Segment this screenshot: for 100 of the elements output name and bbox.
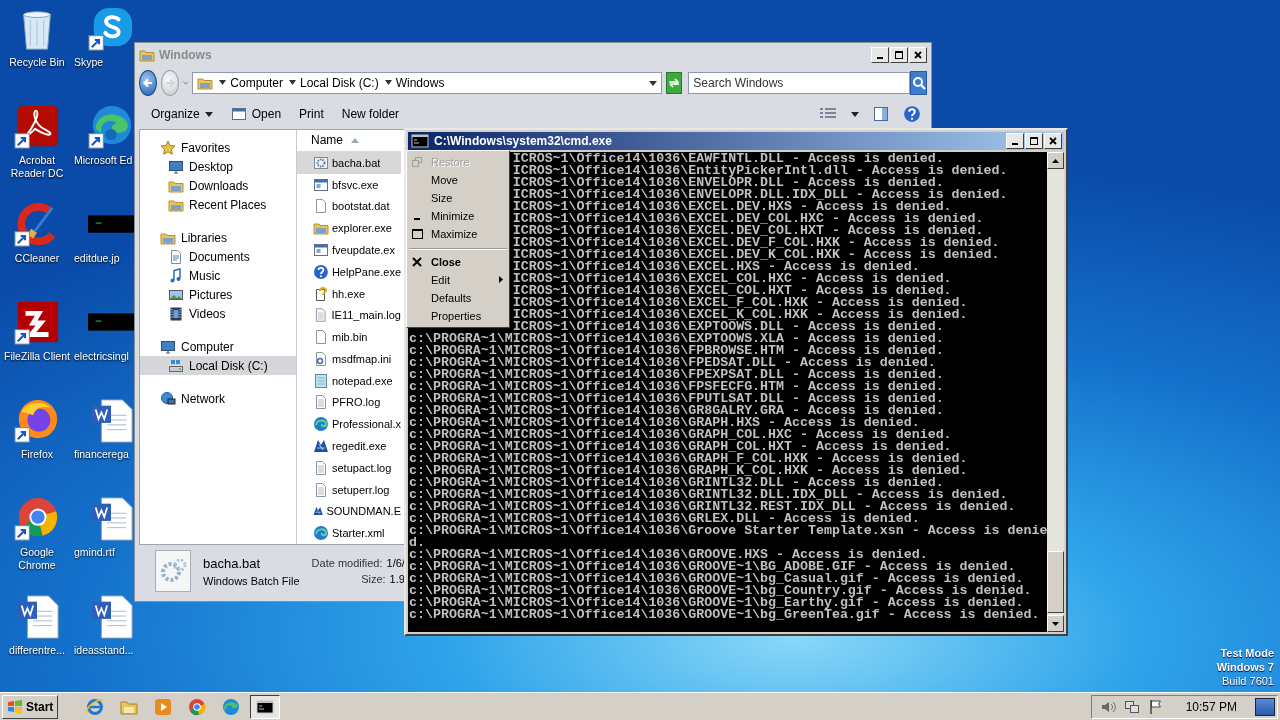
breadcrumb[interactable]: Local Disk (C:) (289, 76, 379, 90)
nav-item[interactable]: Computer (140, 337, 296, 356)
toolbar-button[interactable]: New folder (333, 104, 408, 124)
file-item[interactable]: notepad.exe (297, 369, 401, 392)
app-icon[interactable] (88, 6, 134, 52)
desktop-icon-label[interactable]: editdue.jp (74, 252, 120, 265)
text-file-icon (313, 459, 329, 476)
desktop-icon-label[interactable]: Firefox (20, 448, 54, 461)
desktop-icon-label[interactable]: Microsoft Ed (74, 154, 133, 167)
caret-icon (204, 111, 213, 117)
file-item[interactable]: Starter.xml (297, 522, 401, 545)
file-item[interactable]: PFRO.log (297, 391, 401, 414)
desktop-icon-label[interactable]: Google Chrome (1, 546, 73, 572)
file-item[interactable]: explorer.exe (297, 217, 401, 240)
scroll-up-button[interactable] (1047, 152, 1064, 169)
back-button[interactable] (139, 70, 157, 96)
nav-item[interactable]: Downloads (140, 176, 296, 195)
file-item[interactable]: IE11_main.log (297, 304, 401, 327)
show-desktop-button[interactable] (1255, 698, 1275, 716)
menu-item[interactable]: Move (407, 171, 509, 189)
console-line: ICROS~1\Office14\1036\EXCEL.DEV.HXS - Access is denied. (512, 201, 952, 213)
taskbar-button[interactable] (250, 695, 281, 719)
toolbar-button[interactable]: Print (291, 104, 332, 124)
desktop-icon-label[interactable]: financerega (74, 448, 129, 461)
toolbar-button[interactable]: Open (222, 103, 290, 125)
desktop-icon-label[interactable]: ideasstand... (74, 644, 134, 657)
desktop-icon-label[interactable]: Skype (74, 56, 104, 69)
menu-item[interactable]: Minimize (407, 207, 509, 225)
file-item[interactable]: HelpPane.exe (297, 260, 401, 283)
column-header[interactable]: Name (297, 130, 401, 152)
desktop-icon-label[interactable]: Recycle Bin (9, 56, 65, 69)
network-icon[interactable] (1123, 699, 1140, 715)
preview-pane-icon[interactable] (873, 106, 889, 122)
app-icon[interactable] (14, 300, 60, 346)
file-item[interactable]: setupact.log (297, 456, 401, 479)
breadcrumb[interactable]: Computer (219, 76, 283, 90)
start-button[interactable]: Start (2, 695, 59, 719)
address-bar[interactable]: Computer Local Disk (C:) Windows (192, 72, 663, 94)
desktop-icon-label[interactable]: differentre... (9, 644, 65, 657)
scrollbar[interactable] (1047, 152, 1064, 632)
file-item[interactable]: bootstat.dat (297, 195, 401, 218)
speaker-icon[interactable] (1099, 699, 1116, 715)
close-button[interactable] (909, 47, 927, 63)
nav-item[interactable]: Favorites (140, 138, 296, 157)
file-icon (313, 198, 329, 215)
scroll-thumb[interactable] (1047, 551, 1064, 613)
help-icon[interactable] (903, 105, 921, 123)
desktop-icon-label[interactable]: electricsingl (74, 350, 129, 363)
nav-item[interactable]: Network (140, 389, 296, 408)
file-item[interactable]: bacha.bat (297, 152, 401, 174)
dropdown-icon[interactable] (851, 111, 859, 117)
maximize-button[interactable] (1025, 133, 1043, 149)
app-icon[interactable] (88, 104, 134, 150)
close-button[interactable] (1044, 133, 1062, 149)
nav-item[interactable]: Music (140, 266, 296, 285)
desktop-icon-label[interactable]: CCleaner (14, 252, 60, 265)
menu-item[interactable]: Close (407, 253, 509, 271)
maximize-button[interactable] (890, 47, 908, 63)
flag-icon[interactable] (1147, 699, 1164, 715)
nav-item[interactable]: Libraries (140, 228, 296, 247)
desktop-icon-label[interactable]: FileZilla Client (4, 350, 70, 363)
toolbar-button[interactable]: Organize (143, 104, 221, 124)
file-item[interactable]: Professional.x (297, 413, 401, 436)
app-icon[interactable] (14, 104, 60, 150)
view-options-icon[interactable] (819, 107, 837, 121)
file-item[interactable]: bfsvc.exe (297, 173, 401, 196)
breadcrumb[interactable]: Windows (384, 76, 445, 90)
search-button[interactable] (910, 71, 927, 95)
desktop-icon-label[interactable]: Acrobat Reader DC (1, 154, 73, 180)
desktop-icon-label[interactable]: gmind.rtf (74, 546, 115, 559)
scroll-down-button[interactable] (1047, 615, 1064, 632)
file-item[interactable]: msdfmap.ini (297, 348, 401, 370)
file-item[interactable]: mib.bin (297, 326, 401, 348)
file-item[interactable]: fveupdate.ex (297, 239, 401, 261)
menu-item[interactable]: Edit (407, 271, 509, 289)
app-icon[interactable] (14, 398, 60, 444)
minimize-button[interactable] (1006, 133, 1024, 149)
minimize-button[interactable] (871, 47, 889, 63)
nav-item[interactable]: Videos (140, 304, 296, 323)
file-item[interactable]: hh.exe (297, 282, 401, 305)
nav-item[interactable]: Local Disk (C:) (140, 356, 296, 375)
nav-item[interactable]: Documents (140, 247, 296, 266)
dropdown-icon[interactable] (649, 80, 658, 86)
console-line: c:\PROGRA~1\MICROS~1\Office14\1036\GRAPH_K_COL.HXK - Access is denied. (409, 465, 969, 477)
file-item[interactable]: setuperr.log (297, 478, 401, 501)
nav-item[interactable]: Pictures (140, 285, 296, 304)
help-icon (313, 263, 329, 280)
app-icon[interactable] (14, 496, 60, 542)
console-line: c:\PROGRA~1\MICROS~1\Office14\1036\FPEDSAT.DLL - Access is denied. (409, 357, 936, 369)
nav-item[interactable]: Desktop (140, 157, 296, 176)
file-item[interactable]: regedit.exe (297, 435, 401, 457)
refresh-button[interactable] (666, 72, 683, 94)
close-icon (913, 50, 923, 60)
file-item[interactable]: SOUNDMAN.E (297, 500, 401, 523)
menu-item[interactable]: Size (407, 189, 509, 207)
menu-item[interactable]: Defaults (407, 289, 509, 307)
search-field[interactable]: Search Windows (688, 72, 911, 94)
menu-item[interactable]: Maximize (407, 225, 509, 243)
menu-item[interactable]: Properties (407, 307, 509, 325)
nav-item[interactable]: Recent Places (140, 195, 296, 214)
